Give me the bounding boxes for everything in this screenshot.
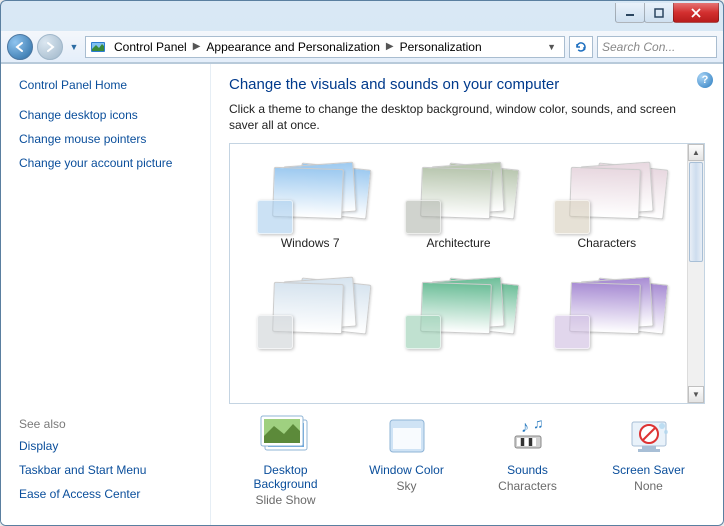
control-panel-home-link[interactable]: Control Panel Home [19,78,200,92]
sidebar: Control Panel Home Change desktop icons … [1,64,211,525]
themes-grid: Windows 7 Architecture Characters [230,144,687,403]
scroll-down-button[interactable]: ▼ [688,386,704,403]
maximize-button[interactable] [644,3,674,23]
sidebar-link-desktop-icons[interactable]: Change desktop icons [19,108,200,122]
breadcrumb-item[interactable]: Control Panel [110,38,191,56]
theme-thumbnail [403,277,513,347]
theme-item[interactable] [384,260,532,368]
setting-value: Slide Show [255,493,315,507]
window-color-chip [405,200,441,234]
window-color-chip [554,200,590,234]
scroll-track[interactable] [688,263,704,386]
settings-row: Desktop Background Slide Show Window Color… [229,404,705,513]
theme-thumbnail [403,162,513,232]
svg-text:♪: ♪ [521,419,529,436]
scrollbar[interactable]: ▲ ▼ [687,144,704,403]
main-pane: ? Change the visuals and sounds on your … [211,64,723,525]
address-bar[interactable]: Control Panel ▶ Appearance and Personali… [85,36,565,58]
nav-toolbar: ▼ Control Panel ▶ Appearance and Persona… [1,31,723,63]
sidebar-link-mouse-pointers[interactable]: Change mouse pointers [19,132,200,146]
setting-label: Desktop Background [231,463,341,491]
svg-text:♫: ♫ [533,415,544,431]
personalization-icon [90,39,106,55]
close-button[interactable] [673,3,719,23]
desktop-background-icon [259,414,313,458]
search-input[interactable]: Search Con... [597,36,717,58]
sounds-setting[interactable]: ♪♫ Sounds Characters [473,414,583,507]
window-color-chip [257,315,293,349]
see-also-header: See also [19,417,200,431]
history-dropdown[interactable]: ▼ [67,38,81,56]
help-icon[interactable]: ? [697,72,713,88]
setting-value: Characters [498,479,557,493]
page-description: Click a theme to change the desktop back… [229,101,705,133]
see-also-display[interactable]: Display [19,439,200,453]
theme-thumbnail [255,162,365,232]
see-also-ease-of-access[interactable]: Ease of Access Center [19,487,200,501]
window-color-chip [257,200,293,234]
sounds-icon: ♪♫ [501,414,555,458]
sidebar-link-account-picture[interactable]: Change your account picture [19,156,200,170]
setting-label: Screen Saver [612,463,685,477]
forward-button[interactable] [37,34,63,60]
chevron-right-icon[interactable]: ▶ [191,41,203,52]
screen-saver-setting[interactable]: Screen Saver None [594,414,704,507]
titlebar[interactable] [1,1,723,31]
page-heading: Change the visuals and sounds on your co… [229,76,705,93]
content-area: Control Panel Home Change desktop icons … [1,63,723,525]
desktop-background-setting[interactable]: Desktop Background Slide Show [231,414,341,507]
scroll-up-button[interactable]: ▲ [688,144,704,161]
theme-label: Characters [577,236,636,250]
theme-label: Architecture [426,236,490,250]
theme-item[interactable]: Architecture [384,152,532,260]
address-dropdown[interactable]: ▼ [541,42,562,52]
back-button[interactable] [7,34,33,60]
setting-value: None [634,479,663,493]
theme-thumbnail [255,277,365,347]
setting-value: Sky [396,479,416,493]
window-color-icon [380,414,434,458]
setting-label: Window Color [369,463,444,477]
theme-item[interactable] [236,260,384,368]
screen-saver-icon [622,414,676,458]
theme-thumbnail [552,162,662,232]
scroll-thumb[interactable] [689,162,703,262]
setting-label: Sounds [507,463,548,477]
breadcrumb-item[interactable]: Personalization [396,38,486,56]
window: ▼ Control Panel ▶ Appearance and Persona… [0,0,724,526]
theme-item[interactable]: Windows 7 [236,152,384,260]
theme-item[interactable] [533,260,681,368]
window-color-chip [405,315,441,349]
window-color-chip [554,315,590,349]
theme-item[interactable]: Characters [533,152,681,260]
minimize-button[interactable] [615,3,645,23]
themes-listbox: Windows 7 Architecture Characters ▲ ▼ [229,143,705,404]
search-placeholder: Search Con... [602,40,675,54]
breadcrumb-item[interactable]: Appearance and Personalization [202,38,383,56]
see-also-taskbar[interactable]: Taskbar and Start Menu [19,463,200,477]
window-color-setting[interactable]: Window Color Sky [352,414,462,507]
chevron-right-icon[interactable]: ▶ [384,41,396,52]
theme-thumbnail [552,277,662,347]
refresh-button[interactable] [569,36,593,58]
theme-label: Windows 7 [281,236,340,250]
